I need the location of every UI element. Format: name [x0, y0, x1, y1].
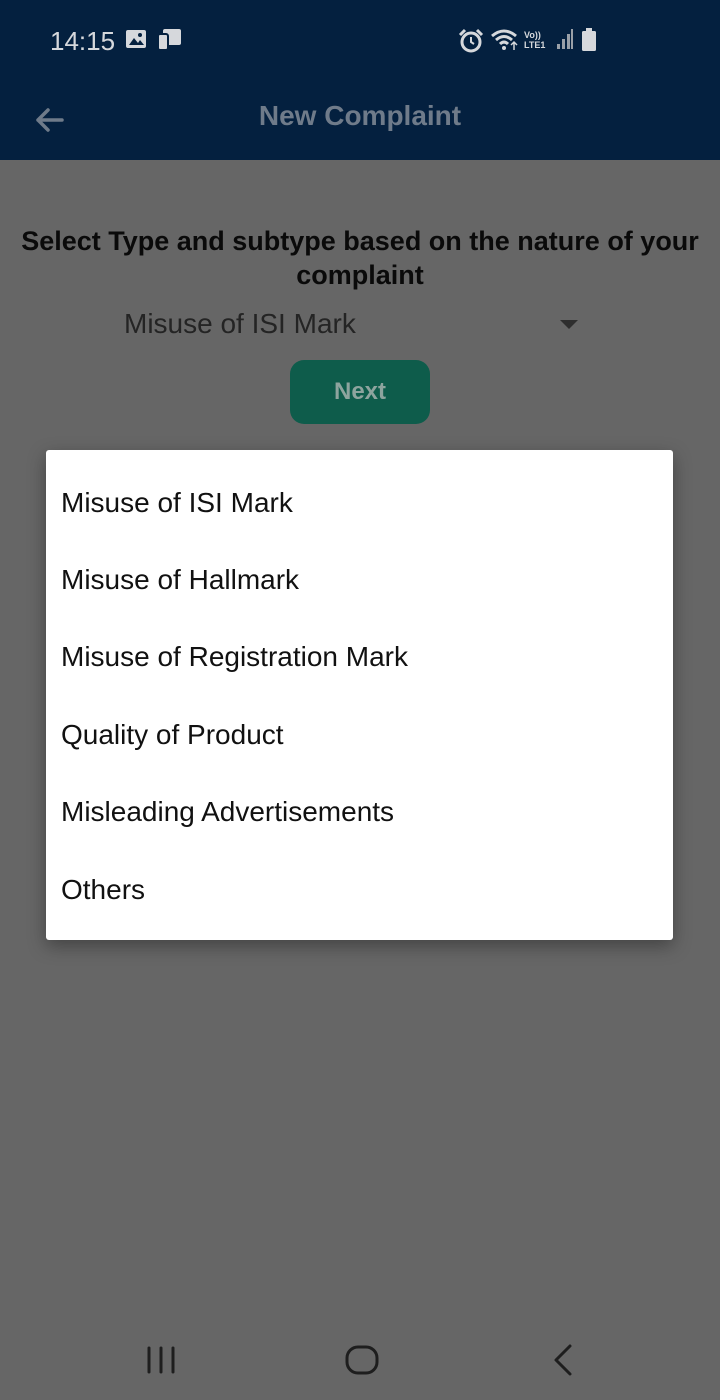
page-title: New Complaint	[258, 100, 462, 131]
dropdown-option-misuse-registration-mark[interactable]: Misuse of Registration Mark	[46, 618, 673, 695]
dropdown-option-misuse-isi-mark[interactable]: Misuse of ISI Mark	[46, 464, 673, 541]
dropdown-option-misuse-hallmark[interactable]: Misuse of Hallmark	[46, 541, 673, 618]
wifi-icon	[491, 29, 518, 50]
complaint-type-spinner[interactable]: Misuse of ISI Mark	[110, 306, 590, 346]
navigation-bar	[0, 1320, 720, 1400]
complaint-type-dropdown: Misuse of ISI Mark Misuse of Hallmark Mi…	[46, 450, 673, 940]
next-button[interactable]: Next	[290, 360, 430, 424]
signal-icon	[557, 29, 573, 49]
alarm-icon	[458, 28, 484, 53]
volte-lte-indicator: Vo)) LTE1	[524, 30, 554, 50]
dropdown-option-others[interactable]: Others	[46, 851, 673, 928]
image-icon	[126, 30, 146, 48]
volte-label: Vo))	[524, 30, 541, 40]
lte-label: LTE1	[524, 40, 546, 50]
selected-type-value: Misuse of ISI Mark	[124, 308, 356, 339]
back-icon[interactable]	[543, 1340, 583, 1380]
status-bar: 14:15 Vo)) LTE1	[0, 0, 720, 80]
status-time: 14:15	[50, 26, 116, 56]
battery-icon	[582, 28, 596, 51]
dropdown-option-misleading-advertisements[interactable]: Misleading Advertisements	[46, 773, 673, 850]
app-bar: New Complaint	[0, 80, 720, 160]
dropdown-option-quality-of-product[interactable]: Quality of Product	[46, 696, 673, 773]
type-selection-prompt: Select Type and subtype based on the nat…	[21, 226, 699, 290]
dropdown-arrow-icon	[560, 320, 578, 329]
screen-cast-icon	[157, 29, 181, 51]
home-icon[interactable]	[342, 1340, 382, 1380]
recent-apps-icon[interactable]	[141, 1340, 181, 1380]
